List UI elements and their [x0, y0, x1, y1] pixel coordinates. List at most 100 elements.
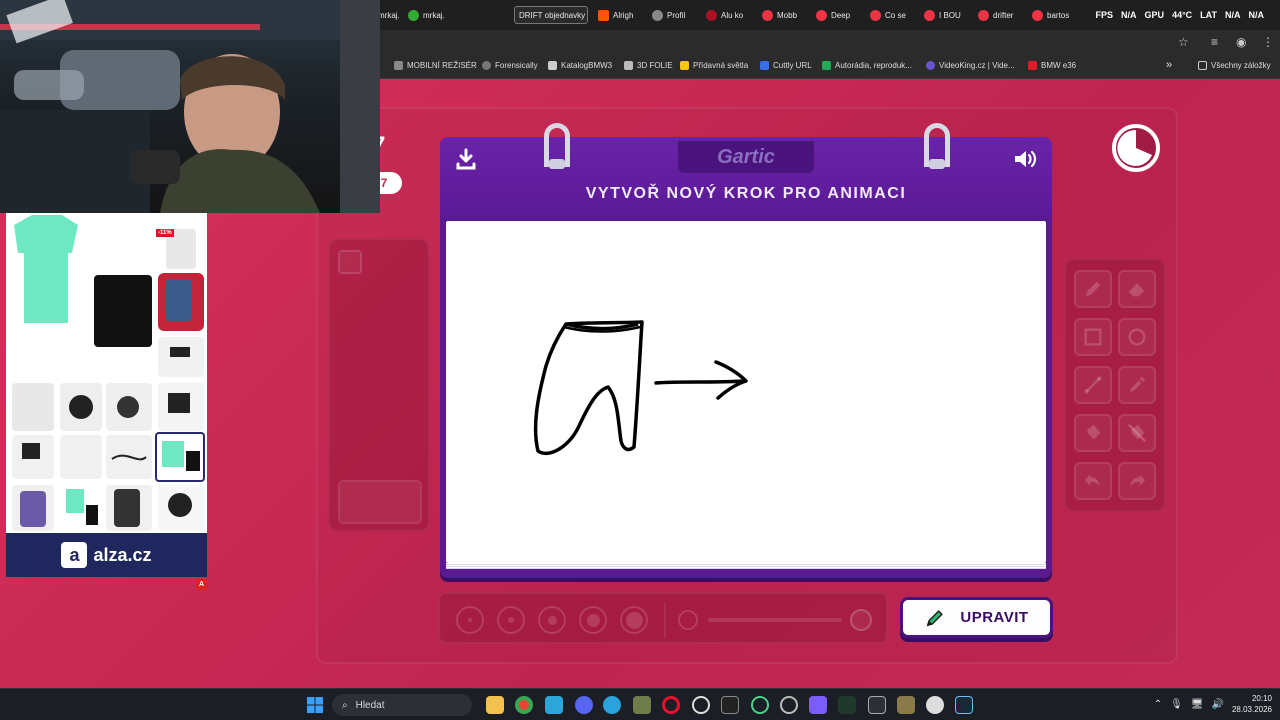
tool-pencil[interactable] — [1074, 270, 1112, 308]
bookmark-item[interactable]: BMW e36 — [1028, 61, 1076, 70]
discord-icon[interactable] — [575, 696, 593, 714]
browser-tab[interactable]: mrkaj. — [408, 6, 456, 24]
bookmark-item[interactable]: Přídavná světla — [680, 61, 748, 70]
tab-favicon-icon — [598, 9, 609, 21]
app-icon[interactable] — [751, 696, 769, 714]
app-icon[interactable] — [868, 696, 886, 714]
menu-dots-icon[interactable]: ⋮ — [1262, 35, 1274, 49]
app-icon[interactable] — [897, 696, 915, 714]
app-icon[interactable] — [545, 696, 563, 714]
brush-size-2[interactable] — [497, 606, 525, 634]
tool-eyedropper[interactable] — [1118, 366, 1156, 404]
tab-label: Alrigh — [613, 10, 634, 20]
windows-start-icon[interactable] — [307, 697, 323, 713]
tool-fill[interactable] — [1074, 414, 1112, 452]
browser-tab[interactable]: mrkaj. — [378, 6, 400, 24]
tool-eraser[interactable] — [1118, 270, 1156, 308]
bookmark-favicon-icon — [624, 61, 633, 70]
drawing-canvas[interactable] — [446, 221, 1046, 563]
tab-favicon-icon — [762, 9, 773, 21]
undo-icon — [1084, 474, 1100, 487]
volume-icon[interactable]: 🔊 — [1212, 699, 1224, 710]
epic-games-icon[interactable] — [721, 696, 739, 714]
bookmark-item[interactable]: VideoKing.cz | Vide... — [926, 61, 1015, 70]
tool-line[interactable] — [1074, 366, 1112, 404]
browser-tab[interactable]: Alu ko — [706, 6, 748, 24]
tab-label: drifter — [993, 10, 1014, 20]
bookmark-item[interactable]: MOBILNÍ REŽISÉR — [394, 61, 477, 70]
lat-value-2: N/A — [1248, 10, 1265, 20]
ad-badge[interactable]: A — [196, 579, 207, 590]
telegram-icon[interactable] — [603, 696, 621, 714]
tool-undo[interactable] — [1074, 462, 1112, 500]
browser-tab[interactable]: bartos — [1032, 6, 1072, 24]
tool-redo[interactable] — [1118, 462, 1156, 500]
tool-rectangle[interactable] — [1074, 318, 1112, 356]
browser-tab[interactable]: DRIFT objednavky — [514, 6, 588, 24]
media-controls-icon[interactable]: ≡ — [1211, 35, 1218, 49]
star-icon[interactable]: ☆ — [1178, 35, 1189, 49]
opera-icon[interactable] — [662, 696, 680, 714]
search-placeholder: Hledat — [355, 699, 385, 711]
app-grid-icon[interactable] — [809, 696, 827, 714]
bookmark-label: MOBILNÍ REŽISÉR — [407, 61, 477, 70]
browser-tab[interactable]: Mobb — [762, 6, 802, 24]
file-explorer-icon[interactable] — [486, 696, 504, 714]
binder-ring-peg — [549, 159, 565, 169]
microphone-icon[interactable]: 🎙 — [1170, 699, 1183, 710]
bookmark-item[interactable]: Cuttly URL — [760, 61, 812, 70]
bookmark-item[interactable]: Forensically — [482, 61, 538, 70]
clock[interactable]: 20:10 28.03.2026 — [1232, 693, 1272, 715]
chatgpt-icon[interactable] — [692, 696, 710, 714]
opacity-slider-handle[interactable] — [850, 609, 872, 631]
opacity-min-icon — [678, 610, 698, 630]
opacity-slider[interactable] — [708, 618, 842, 622]
page-title: VYTVOŘ NOVÝ KROK PRO ANIMACI — [585, 185, 907, 202]
bookmark-label: Cuttly URL — [773, 61, 812, 70]
brush-size-5[interactable] — [620, 606, 648, 634]
bookmark-item[interactable]: Autorádia, reproduk... — [822, 61, 912, 70]
browser-tab[interactable]: drifter — [978, 6, 1018, 24]
app-icon[interactable] — [838, 696, 856, 714]
ad-banner[interactable]: -11% a alza.cz — [6, 213, 207, 577]
browser-tab[interactable]: Deep — [816, 6, 856, 24]
app-icon[interactable] — [633, 696, 651, 714]
taskbar-search[interactable]: ⌕ Hledat — [332, 694, 472, 716]
browser-tab[interactable]: Co se — [870, 6, 910, 24]
steam-icon[interactable] — [955, 696, 973, 714]
clock-date: 28.03.2026 — [1231, 705, 1272, 714]
bookmark-favicon-icon — [680, 61, 689, 70]
bookmarks-more-button[interactable]: » — [1166, 59, 1172, 71]
app-icon[interactable] — [780, 696, 798, 714]
fill-off-icon — [1127, 423, 1147, 443]
tool-fill-off[interactable] — [1118, 414, 1156, 452]
chevron-up-icon[interactable]: ⌃ — [1154, 699, 1162, 710]
edit-button[interactable]: UPRAVIT — [900, 597, 1053, 638]
speaker-icon[interactable] — [1012, 147, 1038, 171]
alza-logo[interactable]: a alza.cz — [6, 533, 207, 577]
bookmark-favicon-icon — [1028, 61, 1037, 70]
brush-size-4[interactable] — [579, 606, 607, 634]
obs-icon[interactable] — [926, 696, 944, 714]
bookmark-item[interactable]: KatalogBMW3 — [548, 61, 612, 70]
bookmark-favicon-icon — [760, 61, 769, 70]
fill-icon — [1087, 424, 1101, 440]
tool-ellipse[interactable] — [1118, 318, 1156, 356]
brush-size-1[interactable] — [456, 606, 484, 634]
bookmark-item[interactable]: 3D FOLIE — [624, 61, 673, 70]
color-swatch-selected[interactable] — [338, 250, 362, 274]
chevron-right-icon: » — [1166, 59, 1173, 71]
browser-tab[interactable]: I BOU — [924, 6, 964, 24]
current-color-preview — [338, 480, 422, 524]
gpu-temp: 44°C — [1172, 10, 1193, 20]
profile-avatar-icon[interactable]: ◉ — [1236, 35, 1246, 49]
brush-size-bar — [438, 592, 888, 644]
chrome-icon[interactable] — [515, 696, 533, 714]
browser-tab[interactable]: Profil — [652, 6, 692, 24]
folder-icon — [1198, 61, 1207, 70]
network-icon[interactable]: 🖥 — [1191, 699, 1204, 710]
download-icon[interactable] — [454, 147, 478, 171]
brush-size-3[interactable] — [538, 606, 566, 634]
browser-tab[interactable]: Alrigh — [598, 6, 640, 24]
all-bookmarks-button[interactable]: Všechny záložky — [1198, 61, 1271, 70]
